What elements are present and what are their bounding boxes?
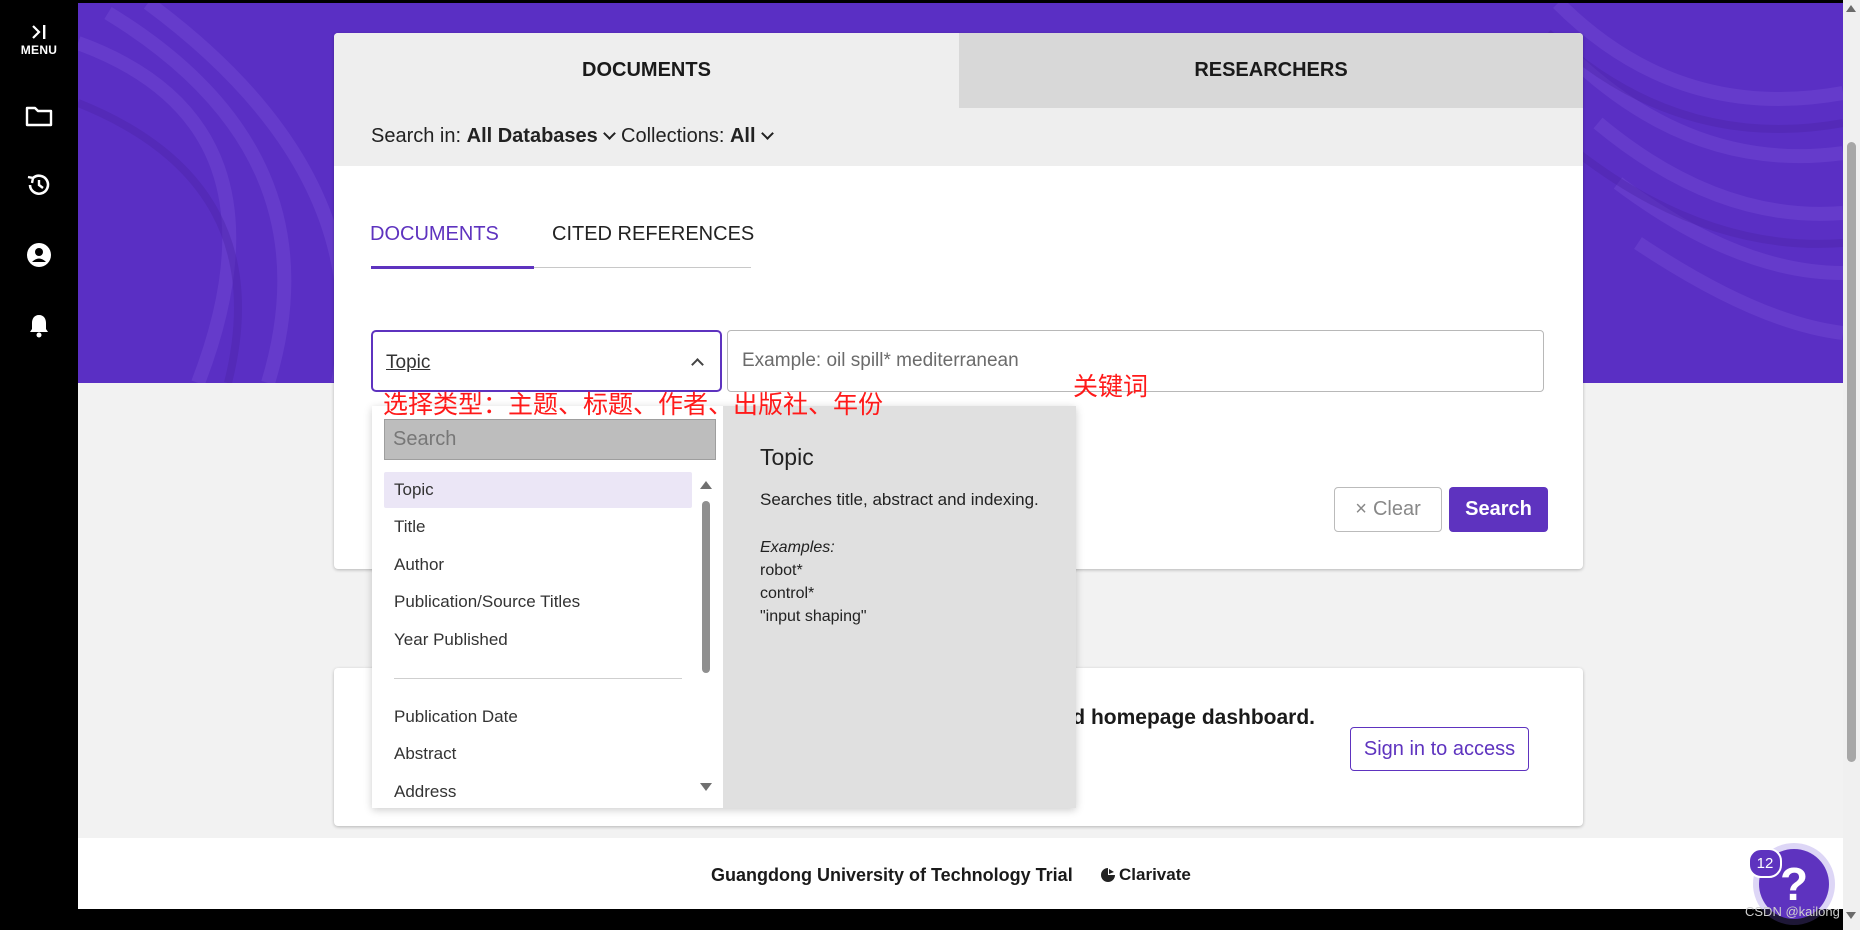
page: MENU DOCUMENTS RESEARCHERS Search in: Al… [0, 0, 1860, 930]
chevron-down-icon [760, 127, 774, 140]
field-dropdown: Topic Title Author Publication/Source Ti… [372, 406, 1076, 808]
sign-in-button[interactable]: Sign in to access [1350, 727, 1529, 771]
collections-label: Collections: [621, 125, 725, 147]
clear-button[interactable]: × Clear [1334, 487, 1442, 532]
field-info-example: robot* [760, 562, 803, 579]
clarivate-brand: Clarivate [1119, 865, 1191, 884]
collections-value: All [729, 125, 756, 147]
search-field-value: Topic [386, 352, 431, 373]
institution-name: Guangdong University of Technology Trial [711, 865, 1073, 885]
search-in-value: All Databases [466, 125, 598, 147]
tab-researchers[interactable]: RESEARCHERS [959, 33, 1583, 108]
annotation-field-type: 选择类型：主题、标题、作者、出版社、年份 [383, 391, 884, 419]
account-icon [27, 243, 51, 267]
subtab-cited-references[interactable]: CITED REFERENCES [552, 223, 754, 246]
option-year-published[interactable]: Year Published [384, 622, 692, 658]
scrollbar-thumb[interactable] [1847, 142, 1856, 762]
scroll-down-arrow-icon[interactable] [700, 783, 712, 791]
option-address[interactable]: Address [384, 774, 692, 808]
field-info-examples-label: Examples: [760, 539, 835, 556]
menu-expand-icon [32, 25, 46, 39]
search-in-selector[interactable]: Search in: All Databases [371, 125, 616, 148]
menu-label: MENU [20, 43, 58, 57]
field-info-example: control* [760, 585, 815, 602]
field-info-description: Searches title, abstract and indexing. [760, 490, 1039, 509]
option-topic[interactable]: Topic [384, 472, 692, 508]
scroll-down-arrow-icon[interactable] [1846, 912, 1856, 919]
subtab-active-indicator [371, 266, 534, 269]
field-search-input[interactable] [384, 419, 716, 460]
clarivate-mark-icon [1101, 868, 1115, 882]
chevron-down-icon [602, 127, 616, 140]
field-options-list: Topic Title Author Publication/Source Ti… [372, 406, 723, 808]
history-button[interactable] [0, 172, 78, 198]
subtab-documents[interactable]: DOCUMENTS [370, 223, 499, 246]
option-publication-date[interactable]: Publication Date [384, 699, 692, 735]
options-scrollbar[interactable] [700, 481, 714, 791]
notifications-button[interactable] [0, 312, 78, 338]
field-info-panel: Topic Searches title, abstract and index… [723, 406, 1076, 808]
close-icon: × [1355, 498, 1367, 520]
watermark: CSDN @kailong [1745, 904, 1840, 919]
clarivate-logo: Clarivate [1100, 865, 1191, 885]
annotation-keyword: 关键词 [1073, 373, 1149, 401]
menu-toggle-button[interactable]: MENU [0, 24, 78, 57]
field-info-title: Topic [760, 444, 814, 470]
chevron-up-icon [691, 358, 704, 371]
promo-text: d homepage dashboard. [1072, 706, 1315, 729]
scroll-up-arrow-icon[interactable] [700, 481, 712, 489]
collections-selector[interactable]: Collections: All [621, 125, 774, 148]
option-author[interactable]: Author [384, 547, 692, 583]
tab-documents[interactable]: DOCUMENTS [334, 33, 959, 108]
scrollbar-thumb[interactable] [702, 501, 710, 673]
search-field-select[interactable]: Topic [371, 330, 722, 392]
option-publication-source-titles[interactable]: Publication/Source Titles [384, 584, 692, 620]
search-button[interactable]: Search [1449, 487, 1548, 532]
account-button[interactable] [0, 242, 78, 268]
clear-label: Clear [1372, 498, 1421, 520]
search-scope-bar: Search in: All Databases Collections: Al… [334, 108, 1583, 166]
bell-icon [30, 315, 48, 338]
search-in-label: Search in: [371, 125, 462, 147]
history-icon [27, 174, 50, 195]
help-badge: 12 [1748, 848, 1782, 878]
field-info-example: "input shaping" [760, 608, 867, 625]
option-title[interactable]: Title [384, 509, 692, 545]
option-abstract[interactable]: Abstract [384, 736, 692, 772]
options-divider [394, 678, 682, 679]
page-scrollbar[interactable] [1843, 0, 1860, 930]
scroll-up-arrow-icon[interactable] [1846, 5, 1856, 12]
side-rail: MENU [0, 0, 78, 930]
folder-icon [25, 106, 53, 127]
folder-button[interactable] [0, 104, 78, 128]
footer: Guangdong University of Technology Trial… [78, 838, 1843, 909]
